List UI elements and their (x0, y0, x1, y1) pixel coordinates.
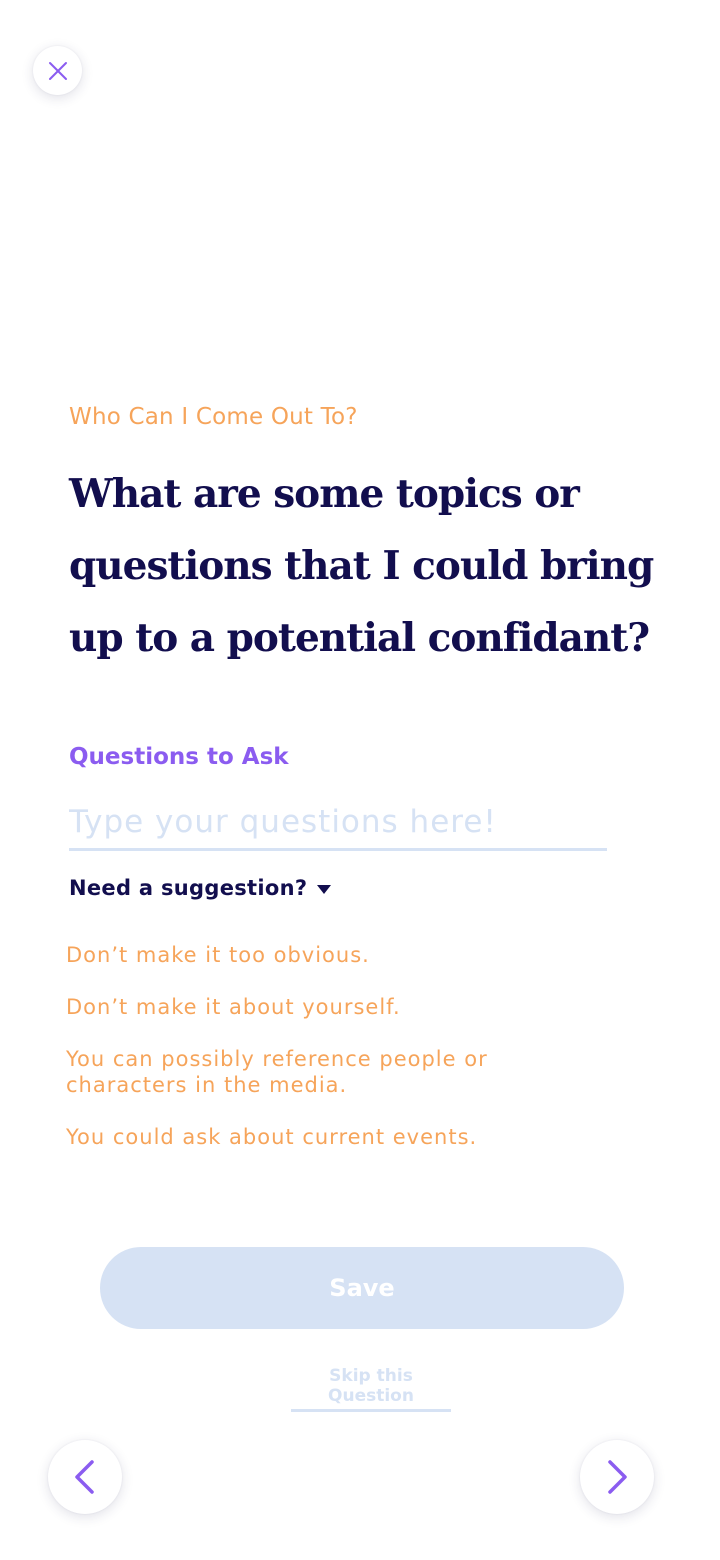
close-button[interactable] (33, 46, 82, 95)
question-title: What are some topics or questions that I… (69, 471, 654, 661)
suggestion-toggle-label: Need a suggestion? (69, 876, 308, 900)
next-button[interactable] (580, 1440, 654, 1514)
suggestion-item: You can possibly reference people or cha… (66, 1047, 488, 1097)
chevron-left-icon (75, 1460, 94, 1494)
question-category: Who Can I Come Out To? (69, 404, 358, 430)
suggestion-item: Don’t make it about yourself. (66, 995, 401, 1019)
previous-button[interactable] (48, 1440, 122, 1514)
caret-down-icon (317, 884, 332, 894)
suggestion-toggle[interactable]: Need a suggestion? (69, 876, 332, 900)
field-label: Questions to Ask (69, 744, 289, 770)
suggestion-item: Don’t make it too obvious. (66, 943, 370, 967)
suggestion-item: You could ask about current events. (66, 1125, 478, 1149)
questions-input[interactable] (69, 796, 607, 851)
chevron-right-icon (608, 1460, 627, 1494)
skip-question-link[interactable]: Skip this Question (291, 1366, 451, 1412)
close-icon (48, 61, 67, 80)
suggestion-list: Don’t make it too obvious. Don’t make it… (66, 942, 586, 1176)
save-button[interactable]: Save (100, 1247, 624, 1329)
